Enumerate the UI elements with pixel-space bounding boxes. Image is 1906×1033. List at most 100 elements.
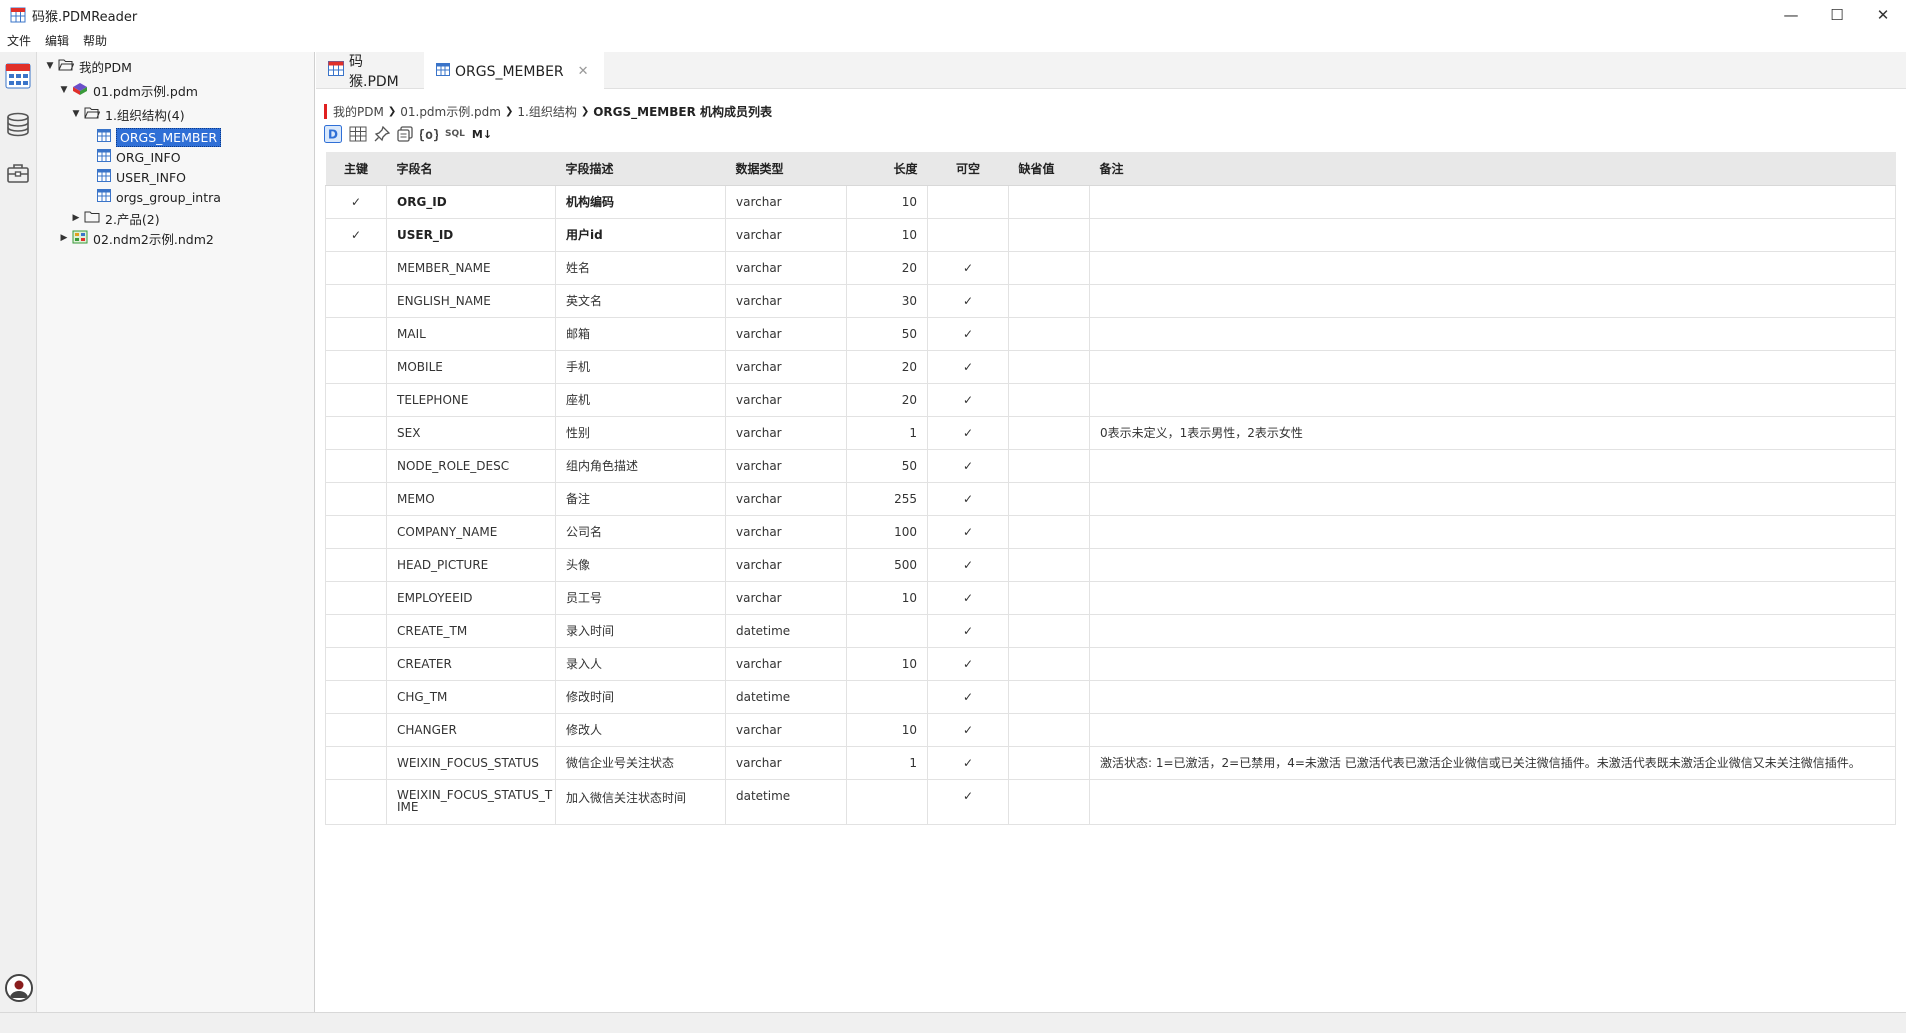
database-icon[interactable] <box>4 111 32 139</box>
tree-file-ndm2[interactable]: ▶ 02.ndm2示例.ndm2 <box>59 228 214 248</box>
breadcrumb-item[interactable]: 01.pdm示例.pdm <box>400 103 501 120</box>
pdm-file-icon <box>72 82 88 99</box>
table-row[interactable]: ✓ USER_ID 用户id varchar 10 <box>325 217 1896 252</box>
length-cell: 255 <box>846 481 928 516</box>
column-header-pk[interactable]: 主键 <box>325 152 387 186</box>
breadcrumb-separator-icon: ❯ <box>504 105 514 117</box>
pk-cell <box>325 547 387 582</box>
tree-folder-org-label: 1.组织结构(4) <box>105 107 185 123</box>
ndm2-file-icon <box>72 230 88 247</box>
breadcrumb-item[interactable]: 我的PDM <box>333 103 384 120</box>
tree-table-orgs-member[interactable]: ORGS_MEMBER <box>97 127 222 147</box>
data-type-cell: varchar <box>725 514 847 549</box>
length-cell: 10 <box>846 646 928 681</box>
table-row[interactable]: MEMO 备注 varchar 255 ✓ <box>325 481 1896 516</box>
column-header-default[interactable]: 缺省值 <box>1008 152 1090 186</box>
field-desc-cell: 头像 <box>555 547 726 582</box>
tree-table-user-info[interactable]: USER_INFO <box>97 167 186 187</box>
minimize-button[interactable]: — <box>1768 0 1814 30</box>
table-row[interactable]: CREATER 录入人 varchar 10 ✓ <box>325 646 1896 681</box>
svg-text:{o}: {o} <box>420 128 438 142</box>
tab-pdm-home[interactable]: 码猴.PDM <box>316 52 424 90</box>
caret-right-icon[interactable]: ▶ <box>59 233 69 243</box>
note-cell <box>1089 349 1896 384</box>
pdm-icon[interactable] <box>4 62 32 90</box>
tree-folder-org[interactable]: ▼ 1.组织结构(4) <box>71 104 185 124</box>
table-row[interactable]: CHANGER 修改人 varchar 10 ✓ <box>325 712 1896 747</box>
note-cell <box>1089 250 1896 285</box>
json-braces-icon[interactable]: {o} <box>420 124 438 144</box>
table-row[interactable]: WEIXIN_FOCUS_STATUS_TIME 加入微信关注状态时间 dateti… <box>325 778 1896 825</box>
user-avatar[interactable] <box>5 974 33 1002</box>
window-controls: — ☐ ✕ <box>1768 0 1906 30</box>
table-row[interactable]: ENGLISH_NAME 英文名 varchar 30 ✓ <box>325 283 1896 318</box>
tree-table-orgs-group-intra[interactable]: orgs_group_intra <box>97 187 221 207</box>
default-cell <box>1008 646 1090 681</box>
menu-file[interactable]: 文件 <box>7 32 31 49</box>
toolbox-icon[interactable] <box>4 159 32 187</box>
default-cell <box>1008 580 1090 615</box>
field-name-cell: WEIXIN_FOCUS_STATUS <box>386 745 556 780</box>
markdown-view-button[interactable]: M↓ <box>472 124 492 144</box>
table-row[interactable]: MEMBER_NAME 姓名 varchar 20 ✓ <box>325 250 1896 285</box>
caret-down-icon[interactable]: ▼ <box>45 61 55 71</box>
table-row[interactable]: CREATE_TM 录入时间 datetime ✓ <box>325 613 1896 648</box>
length-cell: 50 <box>846 448 928 483</box>
table-row[interactable]: TELEPHONE 座机 varchar 20 ✓ <box>325 382 1896 417</box>
table-row[interactable]: CHG_TM 修改时间 datetime ✓ <box>325 679 1896 714</box>
default-cell <box>1008 250 1090 285</box>
tab-orgs-member[interactable]: ORGS_MEMBER ✕ <box>424 52 604 89</box>
close-button[interactable]: ✕ <box>1860 0 1906 30</box>
table-row[interactable]: NODE_ROLE_DESC 组内角色描述 varchar 50 ✓ <box>325 448 1896 483</box>
sql-view-button[interactable]: SQL <box>445 124 465 144</box>
column-header-nullable[interactable]: 可空 <box>927 152 1009 186</box>
tree-folder-product[interactable]: ▶ 2.产品(2) <box>71 208 160 228</box>
menu-edit[interactable]: 编辑 <box>45 32 69 49</box>
column-header-type[interactable]: 数据类型 <box>725 152 847 186</box>
pk-cell <box>325 712 387 747</box>
table-row[interactable]: COMPANY_NAME 公司名 varchar 100 ✓ <box>325 514 1896 549</box>
table-row[interactable]: EMPLOYEEID 员工号 varchar 10 ✓ <box>325 580 1896 615</box>
data-type-cell: varchar <box>725 349 847 384</box>
copy-icon[interactable] <box>397 124 413 144</box>
detail-view-icon[interactable]: D <box>324 124 342 144</box>
field-desc-cell: 姓名 <box>555 250 726 285</box>
app-table-icon <box>10 7 26 23</box>
caret-right-icon[interactable]: ▶ <box>71 213 81 223</box>
grid-view-icon[interactable] <box>349 124 367 144</box>
column-header-note[interactable]: 备注 <box>1089 152 1896 186</box>
field-desc-cell: 座机 <box>555 382 726 417</box>
column-header-length[interactable]: 长度 <box>846 152 928 186</box>
tree-table-label: ORG_INFO <box>116 149 181 165</box>
length-cell: 50 <box>846 316 928 351</box>
table-row[interactable]: HEAD_PICTURE 头像 varchar 500 ✓ <box>325 547 1896 582</box>
tree-root[interactable]: ▼ 我的PDM <box>45 56 132 76</box>
note-cell <box>1089 448 1896 483</box>
table-row[interactable]: WEIXIN_FOCUS_STATUS 微信企业号关注状态 varchar 1 ✓ 激活状… <box>325 745 1896 780</box>
menu-help[interactable]: 帮助 <box>83 32 107 49</box>
pin-icon[interactable] <box>374 124 390 144</box>
table-icon <box>97 169 111 185</box>
pk-cell: ✓ <box>325 184 387 219</box>
caret-down-icon[interactable]: ▼ <box>71 109 81 119</box>
breadcrumb-item[interactable]: 1.组织结构 <box>517 103 576 120</box>
tree-file-pdm[interactable]: ▼ 01.pdm示例.pdm <box>59 80 198 100</box>
column-header-desc[interactable]: 字段描述 <box>555 152 726 186</box>
nullable-cell <box>927 217 1009 252</box>
table-row[interactable]: MOBILE 手机 varchar 20 ✓ <box>325 349 1896 384</box>
length-cell <box>846 613 928 648</box>
data-type-cell: varchar <box>725 580 847 615</box>
field-name-cell: CHANGER <box>386 712 556 747</box>
maximize-button[interactable]: ☐ <box>1814 0 1860 30</box>
default-cell <box>1008 217 1090 252</box>
close-icon[interactable]: ✕ <box>578 64 589 79</box>
table-row[interactable]: SEX 性别 varchar 1 ✓ 0表示未定义，1表示男性，2表示女性 <box>325 415 1896 450</box>
table-row[interactable]: ✓ ORG_ID 机构编码 varchar 10 <box>325 184 1896 219</box>
caret-down-icon[interactable]: ▼ <box>59 85 69 95</box>
nullable-cell: ✓ <box>927 778 1009 825</box>
table-row[interactable]: MAIL 邮箱 varchar 50 ✓ <box>325 316 1896 351</box>
nullable-cell: ✓ <box>927 712 1009 747</box>
tree-table-org-info[interactable]: ORG_INFO <box>97 147 181 167</box>
column-header-name[interactable]: 字段名 <box>386 152 556 186</box>
length-cell: 100 <box>846 514 928 549</box>
